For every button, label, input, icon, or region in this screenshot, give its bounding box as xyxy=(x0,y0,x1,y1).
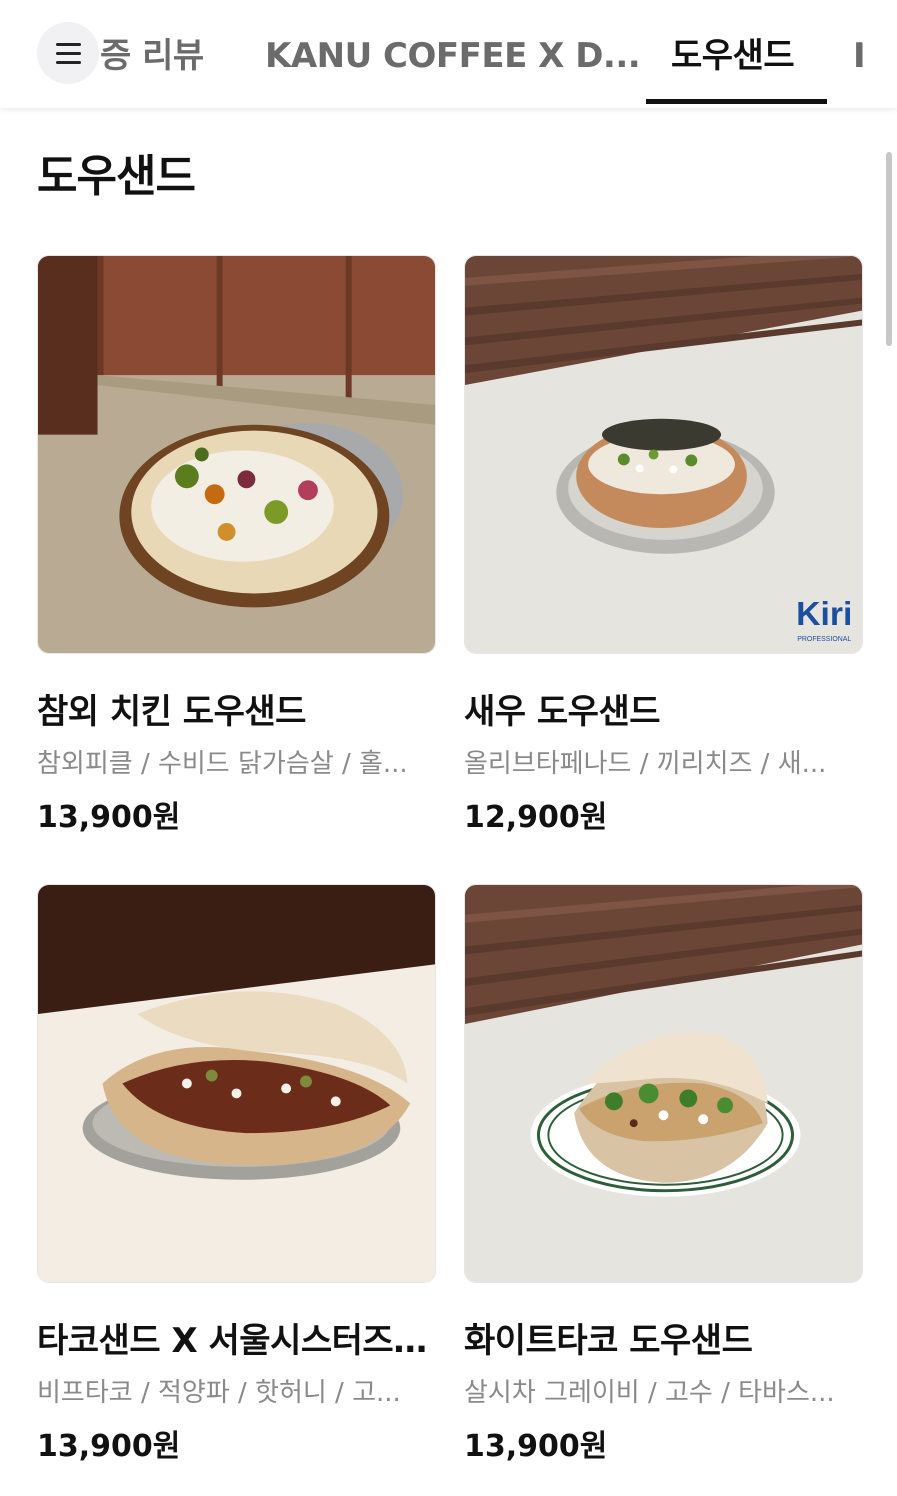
product-photo[interactable] xyxy=(464,884,863,1283)
tab-kanu-coffee[interactable]: KANU COFFEE X D... xyxy=(265,28,641,84)
product-card[interactable]: Kiri PROFESSIONAL 새우 도우샌드 올리브타페나드 / 끼리치즈… xyxy=(464,255,864,836)
tab-next[interactable]: I xyxy=(853,28,866,84)
product-price: 13,900원 xyxy=(37,800,181,835)
product-description: 비프타코 / 적양파 / 핫허니 / 고... xyxy=(37,1378,401,1408)
product-name: 타코샌드 X 서울시스터즈 ... xyxy=(37,1321,437,1361)
product-description: 올리브타페나드 / 끼리치즈 / 새... xyxy=(464,749,827,779)
tab-dough-sand[interactable]: 도우샌드 xyxy=(671,28,795,84)
product-price: 12,900원 xyxy=(464,800,608,835)
product-description: 살시차 그레이비 / 고수 / 타바스... xyxy=(464,1378,835,1408)
product-name: 화이트타코 도우샌드 xyxy=(464,1321,753,1361)
product-photo[interactable] xyxy=(37,884,436,1283)
kiri-logo-subtitle: PROFESSIONAL xyxy=(797,636,851,643)
product-card[interactable]: 참외 치킨 도우샌드 참외피클 / 수비드 닭가슴살 / 홀... 13,900… xyxy=(37,255,437,836)
product-photo[interactable]: Kiri PROFESSIONAL xyxy=(464,255,863,654)
tab-reviews[interactable]: 증 리뷰 xyxy=(100,28,204,84)
category-tab-bar: 증 리뷰 KANU COFFEE X D... 도우샌드 I xyxy=(0,0,897,108)
product-name: 새우 도우샌드 xyxy=(464,692,661,732)
product-price: 13,900원 xyxy=(37,1429,181,1464)
scrollbar[interactable] xyxy=(886,152,892,346)
active-tab-indicator xyxy=(646,99,827,104)
section-title: 도우샌드 xyxy=(37,151,196,202)
product-description: 참외피클 / 수비드 닭가슴살 / 홀... xyxy=(37,749,408,779)
product-price: 13,900원 xyxy=(464,1429,608,1464)
hamburger-menu-icon xyxy=(56,43,81,46)
product-card[interactable]: 타코샌드 X 서울시스터즈 ... 비프타코 / 적양파 / 핫허니 / 고..… xyxy=(37,884,437,1465)
product-photo[interactable] xyxy=(37,255,436,654)
product-card[interactable]: 화이트타코 도우샌드 살시차 그레이비 / 고수 / 타바스... 13,900… xyxy=(464,884,864,1465)
menu-button[interactable] xyxy=(37,22,99,84)
product-name: 참외 치킨 도우샌드 xyxy=(37,692,306,732)
kiri-logo: Kiri xyxy=(796,595,852,633)
